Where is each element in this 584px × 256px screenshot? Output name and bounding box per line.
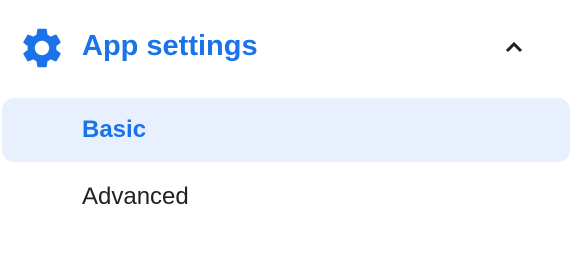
gear-icon — [18, 24, 66, 72]
app-settings-header[interactable]: App settings — [0, 0, 584, 94]
nav-item-advanced[interactable]: Advanced — [2, 165, 570, 229]
nav-item-label: Basic — [82, 116, 147, 143]
nav-item-label: Advanced — [82, 183, 189, 210]
chevron-up-icon[interactable] — [502, 35, 526, 59]
nav-item-basic[interactable]: Basic — [2, 98, 570, 162]
section-title: App settings — [82, 30, 258, 62]
